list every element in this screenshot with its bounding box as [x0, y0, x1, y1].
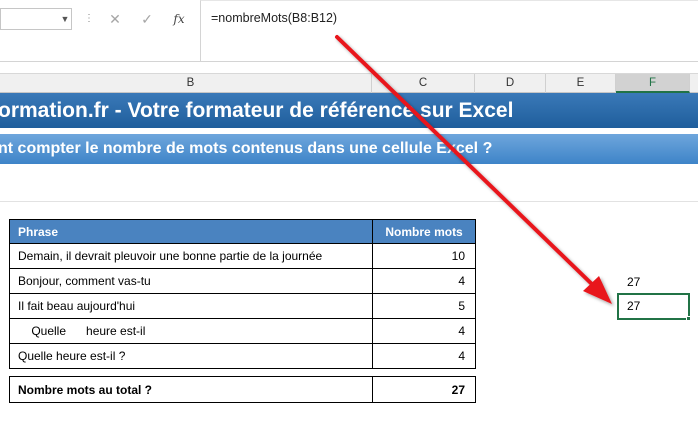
table-row: Quelle heure est-il 4	[8, 318, 476, 344]
phrase-cell[interactable]: Bonjour, comment vas-tu	[8, 268, 374, 294]
total-row: Nombre mots au total ? 27	[8, 376, 476, 403]
arrow-head	[583, 276, 612, 304]
count-cell[interactable]: 4	[372, 343, 476, 369]
cancel-icon[interactable]: ✕	[104, 8, 126, 30]
table-row: Bonjour, comment vas-tu 4	[8, 268, 476, 294]
count-cell[interactable]: 10	[372, 243, 476, 269]
table-header-row: Phrase Nombre mots	[8, 219, 476, 244]
count-cell[interactable]: 4	[372, 268, 476, 294]
count-cell[interactable]: 5	[372, 293, 476, 319]
chevron-down-icon[interactable]: ▼	[59, 8, 71, 30]
count-cell[interactable]: 4	[372, 318, 476, 344]
table-row: Quelle heure est-il ? 4	[8, 343, 476, 369]
total-label-cell[interactable]: Nombre mots au total ?	[8, 376, 374, 403]
table-row: Demain, il devrait pleuvoir une bonne pa…	[8, 243, 476, 269]
phrase-cell[interactable]: Quelle heure est-il	[8, 318, 374, 344]
subtitle-text: nt compter le nombre de mots contenus da…	[0, 140, 493, 157]
active-cell-f[interactable]: 27	[617, 293, 690, 320]
grip-icon: ⋮	[84, 13, 94, 24]
subtitle-banner[interactable]: nt compter le nombre de mots contenus da…	[0, 134, 698, 164]
title-banner[interactable]: ormation.fr - Votre formateur de référen…	[0, 93, 698, 128]
column-header-c[interactable]: C	[372, 74, 475, 93]
row-divider	[0, 201, 698, 202]
column-header-d[interactable]: D	[475, 74, 546, 93]
header-phrase[interactable]: Phrase	[8, 219, 374, 244]
phrase-cell[interactable]: Demain, il devrait pleuvoir une bonne pa…	[8, 243, 374, 269]
column-header-f[interactable]: F	[616, 74, 690, 93]
insert-function-button[interactable]: fx	[168, 8, 190, 30]
phrase-cell[interactable]: Quelle heure est-il ?	[8, 343, 374, 369]
formula-buttons: ✕ ✓ fx	[100, 8, 196, 30]
column-header-e[interactable]: E	[546, 74, 616, 93]
title-text: ormation.fr - Votre formateur de référen…	[0, 99, 514, 122]
check-icon[interactable]: ✓	[136, 8, 158, 30]
cell-f-value[interactable]: 27	[627, 274, 677, 290]
table-row: Il fait beau aujourd'hui 5	[8, 293, 476, 319]
column-headers: B C D E F	[0, 73, 698, 93]
data-table: Phrase Nombre mots Demain, il devrait pl…	[8, 219, 476, 369]
column-header-b[interactable]: B	[10, 74, 372, 93]
total-value-cell[interactable]: 27	[372, 376, 476, 403]
formula-bar-area: ▼ ⋮ ✕ ✓ fx =nombreMots(B8:B12)	[0, 0, 698, 62]
header-count[interactable]: Nombre mots	[372, 219, 476, 244]
formula-input[interactable]: =nombreMots(B8:B12)	[200, 0, 698, 62]
total-table: Nombre mots au total ? 27	[8, 376, 476, 403]
fill-handle[interactable]	[686, 316, 691, 321]
phrase-cell[interactable]: Il fait beau aujourd'hui	[8, 293, 374, 319]
